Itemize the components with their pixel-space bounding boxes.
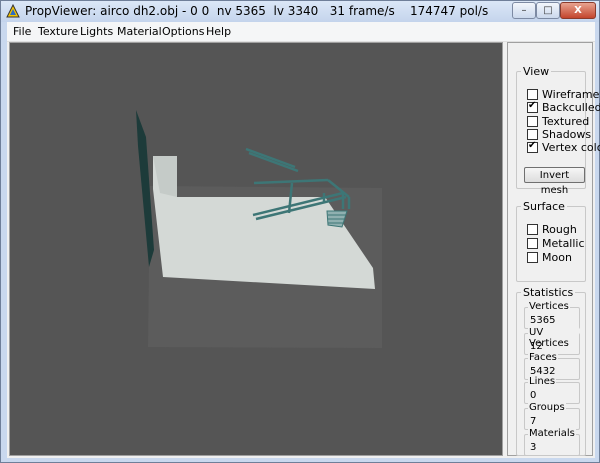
stat-label: Groups [528, 402, 566, 413]
model-render [136, 110, 382, 348]
stat-value: 7 [530, 416, 537, 427]
maximize-button[interactable]: □ [536, 2, 560, 19]
checkbox-icon [527, 224, 538, 235]
minimize-button[interactable]: – [512, 2, 536, 19]
checkbox-label: Metallic [542, 237, 585, 250]
checkbox-icon [527, 89, 538, 100]
close-icon: X [574, 5, 582, 16]
statistics-legend: Statistics [523, 286, 574, 299]
checkbox-icon [527, 129, 538, 140]
stat-value: 3 [530, 442, 537, 453]
wireframe-checkbox[interactable]: Wireframe [527, 88, 599, 101]
stat-label: Materials [528, 428, 576, 439]
checkbox-label: Textured [542, 115, 590, 128]
client-area: File Texture Lights Material Options Hel… [7, 22, 600, 458]
surface-group: Surface Rough Metallic Moon [516, 200, 586, 282]
textured-checkbox[interactable]: Textured [527, 115, 589, 128]
stat-label: Faces [528, 352, 558, 363]
menu-file[interactable]: File [13, 25, 31, 38]
title-bar[interactable]: PropViewer: airco dh2.obj - 0 0 nv 5365 … [1, 1, 599, 22]
checkbox-icon [527, 238, 538, 249]
menu-material[interactable]: Material [117, 25, 162, 38]
stat-materials: Materials 3 [524, 428, 580, 456]
menu-options[interactable]: Options [162, 25, 204, 38]
checkbox-label: Vertex color [542, 141, 600, 154]
propviewer-triangle-icon [6, 4, 20, 18]
checkbox-icon [527, 116, 538, 127]
stat-lines: Lines 0 [524, 376, 580, 404]
window-title: PropViewer: airco dh2.obj - 0 0 nv 5365 … [25, 4, 489, 18]
stat-value: 5365 [530, 315, 556, 326]
stat-value: 0 [530, 390, 537, 401]
stat-value: 12 [530, 341, 543, 352]
3d-viewport[interactable] [9, 42, 503, 456]
checkbox-icon [527, 252, 538, 263]
checkbox-checked-icon [527, 100, 538, 113]
menu-bar: File Texture Lights Material Options Hel… [7, 22, 595, 42]
menu-lights[interactable]: Lights [80, 25, 113, 38]
checkbox-checked-icon [527, 140, 538, 153]
app-window: PropViewer: airco dh2.obj - 0 0 nv 5365 … [0, 0, 600, 463]
checkbox-label: Rough [542, 223, 577, 236]
stat-groups: Groups 7 [524, 402, 580, 430]
metallic-checkbox[interactable]: Metallic [527, 237, 585, 250]
menu-texture[interactable]: Texture [38, 25, 78, 38]
checkbox-label: Backculled [542, 101, 600, 114]
maximize-icon: □ [543, 5, 553, 16]
vertex-color-checkbox[interactable]: Vertex color [527, 140, 600, 154]
backculled-checkbox[interactable]: Backculled [527, 100, 600, 114]
invert-mesh-button[interactable]: Invert mesh [524, 167, 585, 196]
stat-label: Vertices [528, 301, 570, 312]
view-legend: View [523, 65, 550, 78]
minimize-icon: – [521, 5, 527, 16]
stat-vertices: Vertices 5365 [524, 301, 580, 329]
moon-checkbox[interactable]: Moon [527, 251, 572, 264]
checkbox-label: Shadows [542, 128, 592, 141]
shadows-checkbox[interactable]: Shadows [527, 128, 591, 141]
rough-checkbox[interactable]: Rough [527, 223, 577, 236]
side-panel: View Wireframe Backculled Textured Shado… [507, 42, 600, 456]
menu-help[interactable]: Help [206, 25, 231, 38]
checkbox-label: Moon [542, 251, 572, 264]
stat-label: Lines [528, 376, 557, 387]
surface-legend: Surface [523, 200, 565, 213]
checkbox-label: Wireframe [542, 88, 600, 101]
close-button[interactable]: X [560, 2, 596, 19]
statistics-group: Statistics Vertices 5365 UV Vertices 12 Fa… [516, 286, 586, 456]
view-group: View Wireframe Backculled Textured Shado… [516, 65, 600, 196]
